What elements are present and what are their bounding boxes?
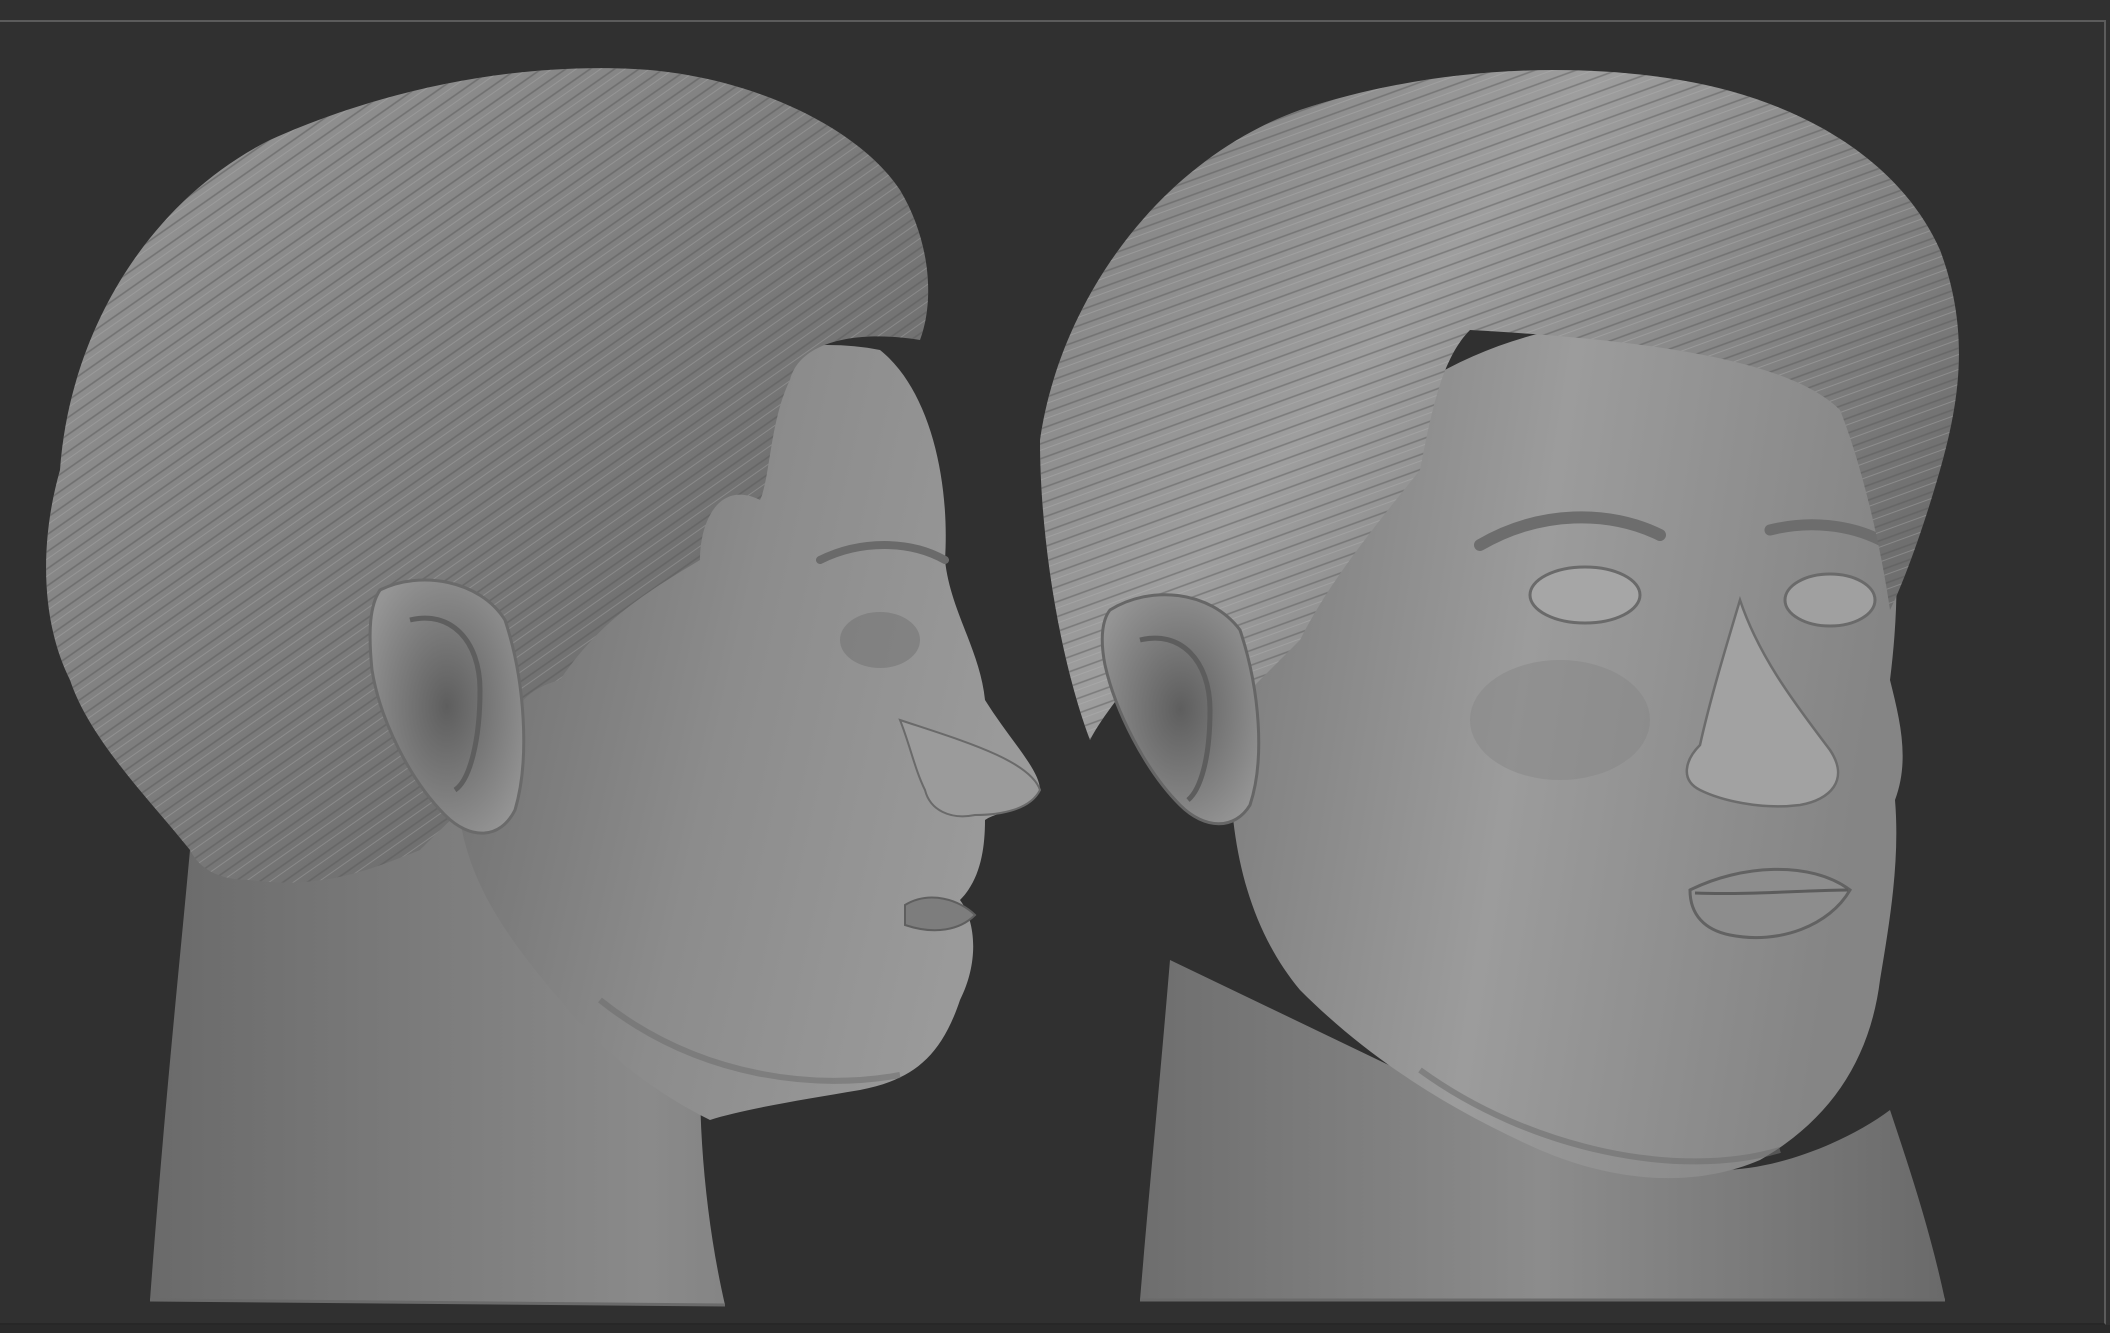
three-quarter-left-eye	[1528, 565, 1642, 625]
three-quarter-right-eye	[1783, 572, 1877, 628]
sculpt-canvas[interactable]	[0, 0, 2110, 1333]
head-sculpt-three-quarter[interactable]	[1040, 70, 1959, 1302]
head-sculpt-profile[interactable]	[46, 68, 1042, 1307]
sculpt-viewport[interactable]	[0, 0, 2110, 1333]
three-quarter-ear	[1100, 593, 1261, 826]
profile-eye-socket	[840, 612, 920, 668]
three-quarter-cheek-shade	[1470, 660, 1650, 780]
